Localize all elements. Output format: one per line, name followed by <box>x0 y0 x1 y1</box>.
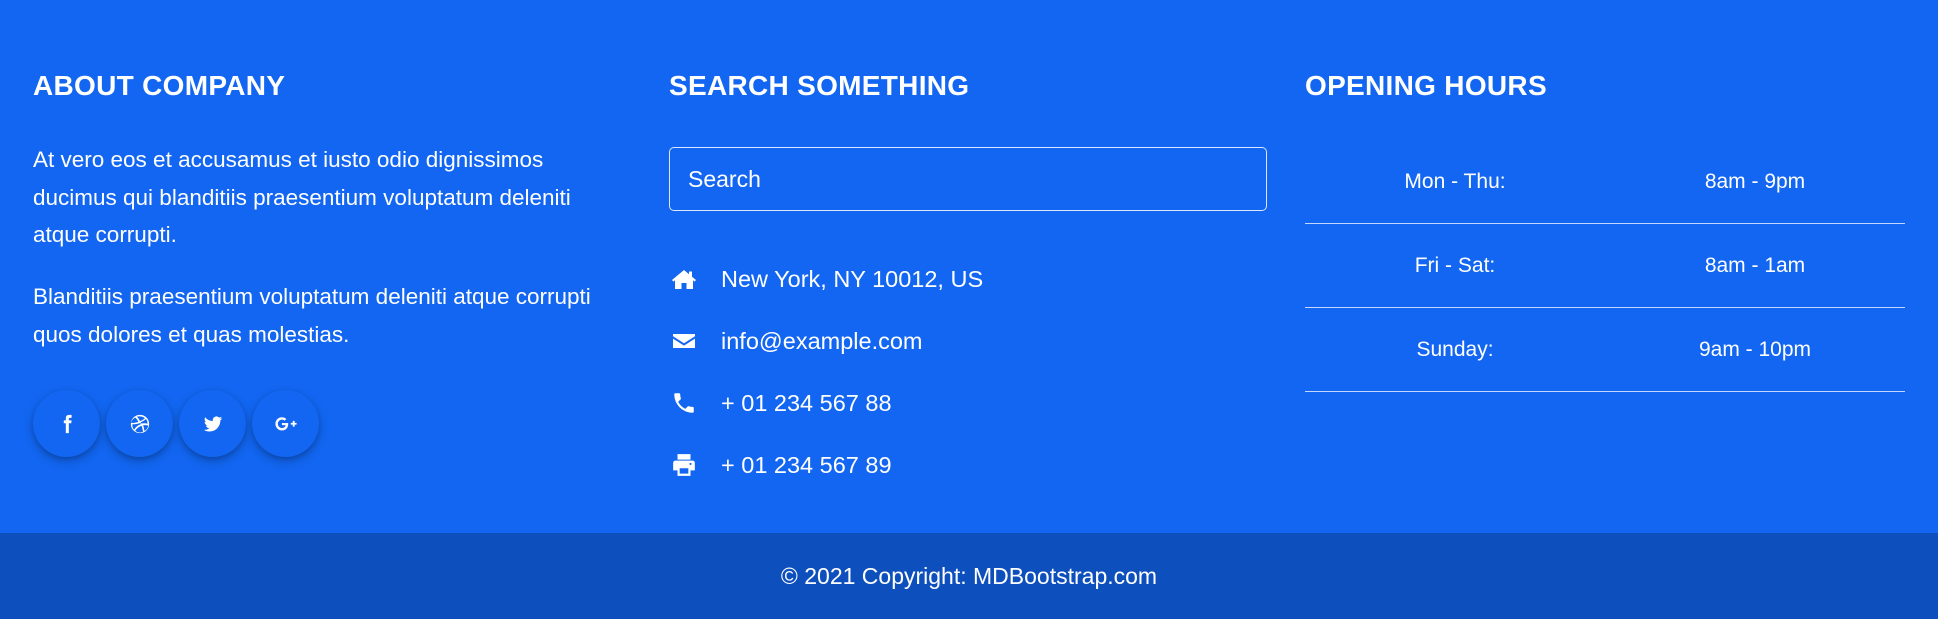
printer-icon <box>669 452 699 478</box>
dribbble-icon <box>130 414 149 433</box>
hours-time: 8am - 9pm <box>1605 140 1905 224</box>
hours-time: 9am - 10pm <box>1605 307 1905 392</box>
dribbble-button[interactable] <box>106 390 173 457</box>
contact-email: info@example.com <box>669 310 983 372</box>
about-paragraph-1: At vero eos et accusamus et iusto odio d… <box>33 147 571 247</box>
hours-day: Fri - Sat: <box>1305 223 1605 308</box>
search-heading: SEARCH SOMETHING <box>669 70 970 101</box>
hours-time: 8am - 1am <box>1605 223 1905 308</box>
table-row: Fri - Sat: 8am - 1am <box>1305 223 1905 308</box>
facebook-icon <box>63 414 72 433</box>
copyright-text: © 2021 Copyright: MDBootstrap.com <box>780 562 1158 589</box>
social-buttons <box>33 390 319 457</box>
google-plus-icon <box>274 416 297 430</box>
opening-hours-heading: OPENING HOURS <box>1305 70 1547 101</box>
twitter-button[interactable] <box>179 390 246 457</box>
contact-phone: + 01 234 567 88 <box>669 372 983 434</box>
about-company-heading: ABOUT COMPANY <box>33 70 286 101</box>
copyright-bar: © 2021 Copyright: MDBootstrap.com <box>0 533 1938 619</box>
search-input[interactable] <box>670 148 1266 210</box>
search-box <box>669 147 1267 211</box>
home-icon <box>669 266 699 292</box>
phone-icon <box>669 390 699 416</box>
table-row: Mon - Thu: 8am - 9pm <box>1305 140 1905 224</box>
contact-list: New York, NY 10012, US info@example.com … <box>669 248 983 496</box>
contact-phone-text: + 01 234 567 88 <box>721 389 892 416</box>
twitter-icon <box>203 415 222 432</box>
hours-day: Sunday: <box>1305 307 1605 392</box>
footer: ABOUT COMPANY At vero eos et accusamus e… <box>0 0 1938 533</box>
contact-fax: + 01 234 567 89 <box>669 434 983 496</box>
opening-hours-table: Mon - Thu: 8am - 9pm Fri - Sat: 8am - 1a… <box>1305 140 1905 392</box>
hours-day: Mon - Thu: <box>1305 140 1605 224</box>
table-row: Sunday: 9am - 10pm <box>1305 307 1905 392</box>
facebook-button[interactable] <box>33 390 100 457</box>
envelope-icon <box>669 328 699 354</box>
about-paragraph-2: Blanditiis praesentium voluptatum deleni… <box>33 284 591 347</box>
contact-address-text: New York, NY 10012, US <box>721 265 984 292</box>
contact-fax-text: + 01 234 567 89 <box>721 451 892 478</box>
contact-email-text: info@example.com <box>721 327 923 354</box>
google-plus-button[interactable] <box>252 390 319 457</box>
contact-address: New York, NY 10012, US <box>669 248 983 310</box>
